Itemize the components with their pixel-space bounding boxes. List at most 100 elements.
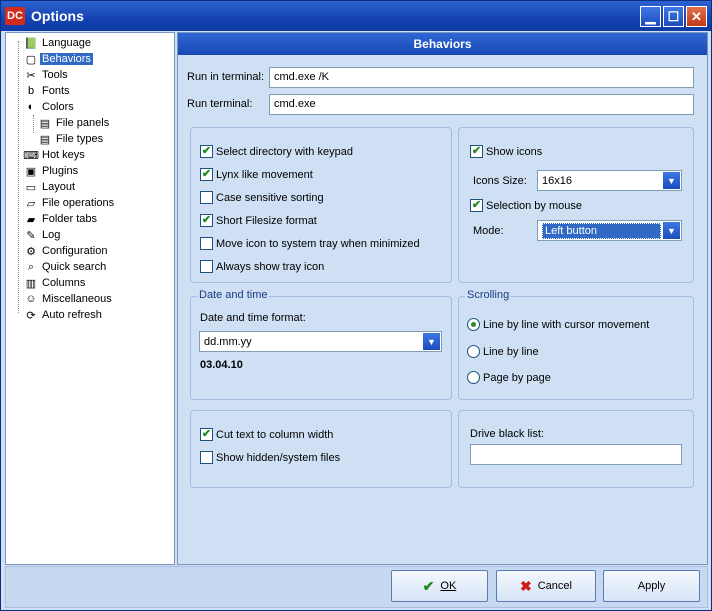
checkbox-label: Select directory with keypad xyxy=(216,145,353,158)
checkbox-check-icon: ✔ xyxy=(200,145,213,158)
tree-item[interactable]: ⟳ Auto refresh xyxy=(6,307,174,323)
tree-item-label: Hot keys xyxy=(42,149,85,161)
checkbox-label: Move icon to system tray when minimized xyxy=(216,237,420,250)
apply-button[interactable]: Apply xyxy=(603,570,700,602)
tree-item-label: Fonts xyxy=(42,85,70,97)
scrolling-radio[interactable]: Line by line xyxy=(467,345,539,358)
checkbox-check-icon: ✔ xyxy=(470,199,483,212)
radio-icon xyxy=(467,371,480,384)
tree-item-label: Configuration xyxy=(42,245,108,257)
scrolling-radio[interactable]: Line by line with cursor movement xyxy=(467,318,649,331)
radio-label: Page by page xyxy=(483,371,551,384)
chevron-down-icon[interactable]: ▼ xyxy=(663,222,680,239)
tree-item-icon: 📗 xyxy=(24,37,38,50)
tree-item[interactable]: ⌕ Quick search xyxy=(6,259,174,275)
tree-item[interactable]: b Fonts xyxy=(6,83,174,99)
close-icon: ✕ xyxy=(691,8,702,24)
mode-label: Mode: xyxy=(473,225,504,237)
close-button[interactable]: ✕ xyxy=(686,6,707,27)
maximize-icon: ☐ xyxy=(667,8,680,24)
scrolling-group-title: Scrolling xyxy=(465,289,512,301)
tree-item-icon: ⌨ xyxy=(23,149,39,162)
tree-item-label: Colors xyxy=(42,101,74,113)
options-window: DC Options ▁ ☐ ✕ 📗 Language ▢ Behaviors ✂ Too… xyxy=(0,0,712,611)
radio-icon xyxy=(467,318,480,331)
cancel-button[interactable]: ✖ Cancel xyxy=(496,570,596,602)
tree-item[interactable]: ☺ Miscellaneous xyxy=(6,291,174,307)
show-icons-checkbox[interactable]: ✔ Show icons xyxy=(470,145,542,158)
selection-by-mouse-checkbox[interactable]: ✔ Selection by mouse xyxy=(470,199,582,212)
tree-item[interactable]: ✎ Log xyxy=(6,227,174,243)
radio-icon xyxy=(467,345,480,358)
chevron-down-icon[interactable]: ▼ xyxy=(663,172,680,189)
option-checkbox[interactable]: ✔ Select directory with keypad xyxy=(200,145,353,158)
tree-item[interactable]: ▣ Plugins xyxy=(6,163,174,179)
checkbox-label: Lynx like movement xyxy=(216,168,313,181)
tree-item[interactable]: ▱ File operations xyxy=(6,195,174,211)
icons-size-label: Icons Size: xyxy=(473,175,527,187)
checkbox-label: Always show tray icon xyxy=(216,260,325,273)
checkbox-check-icon: ✔ xyxy=(200,428,213,441)
tree-item-label: File operations xyxy=(42,197,115,209)
mode-combo[interactable]: Left button ▼ xyxy=(537,220,682,241)
chevron-down-icon[interactable]: ▼ xyxy=(423,333,440,350)
option-checkbox[interactable]: Show hidden/system files xyxy=(200,451,340,464)
tree-item[interactable]: ⌨ Hot keys xyxy=(6,147,174,163)
tree-item-icon: ▤ xyxy=(39,133,51,146)
option-checkbox[interactable]: ✔ Lynx like movement xyxy=(200,168,313,181)
tree-item-icon: ▰ xyxy=(26,213,36,226)
tree-item-icon: ▣ xyxy=(25,165,37,178)
checkbox-empty-icon xyxy=(200,451,213,464)
tree-item[interactable]: ⚙ Configuration xyxy=(6,243,174,259)
tree-item-label: Language xyxy=(42,37,91,49)
minimize-icon: ▁ xyxy=(645,8,656,24)
checkbox-label: Case sensitive sorting xyxy=(216,191,324,204)
option-checkbox[interactable]: ✔ Short Filesize format xyxy=(200,214,317,227)
tree-item-icon: ▢ xyxy=(25,53,37,66)
tree-item-label: Miscellaneous xyxy=(42,293,112,305)
maximize-button[interactable]: ☐ xyxy=(663,6,684,27)
run-in-terminal-input[interactable]: cmd.exe /K xyxy=(269,67,694,88)
tree-item-label: Columns xyxy=(42,277,86,289)
date-preview: 03.04.10 xyxy=(200,359,243,371)
tree-item[interactable]: ✂ Tools xyxy=(6,67,174,83)
drive-black-list-input[interactable] xyxy=(470,444,682,465)
checkbox-empty-icon xyxy=(200,191,213,204)
ok-button[interactable]: ✔ OK xyxy=(391,570,488,602)
tree-item-icon: ▥ xyxy=(25,277,37,290)
tree-item-label: Log xyxy=(42,229,61,241)
tree-item-label: Tools xyxy=(42,69,68,81)
tree-item-label: File types xyxy=(56,133,104,145)
options-tree[interactable]: 📗 Language ▢ Behaviors ✂ Tools b Fonts ◐ Colors ▤ F… xyxy=(5,32,175,565)
run-in-terminal-label: Run in terminal: xyxy=(187,71,265,83)
run-terminal-label: Run terminal: xyxy=(187,98,253,110)
display-group xyxy=(190,410,452,488)
cancel-x-icon: ✖ xyxy=(520,577,532,594)
tree-item[interactable]: ▢ Behaviors xyxy=(6,51,174,67)
checkbox-label: Short Filesize format xyxy=(216,214,317,227)
tree-item-icon: ◐ xyxy=(27,101,35,113)
checkbox-empty-icon xyxy=(200,237,213,250)
run-terminal-input[interactable]: cmd.exe xyxy=(269,94,694,115)
option-checkbox[interactable]: Case sensitive sorting xyxy=(200,191,324,204)
tree-item-label: Auto refresh xyxy=(42,309,102,321)
icons-size-combo[interactable]: 16x16 ▼ xyxy=(537,170,682,191)
title-bar[interactable]: DC Options ▁ ☐ ✕ xyxy=(1,1,711,31)
date-format-combo[interactable]: dd.mm.yy ▼ xyxy=(199,331,442,352)
option-checkbox[interactable]: Always show tray icon xyxy=(200,260,324,273)
tree-item[interactable]: ◐ Colors xyxy=(6,99,174,115)
option-checkbox[interactable]: ✔ Cut text to column width xyxy=(200,428,333,441)
tree-item[interactable]: ▭ Layout xyxy=(6,179,174,195)
option-checkbox[interactable]: Move icon to system tray when minimized xyxy=(200,237,420,250)
tree-item[interactable]: ▥ Columns xyxy=(6,275,174,291)
tree-item[interactable]: ▰ Folder tabs xyxy=(6,211,174,227)
tree-item[interactable]: ▤ File types xyxy=(6,131,174,147)
checkbox-label: Show hidden/system files xyxy=(216,451,341,464)
tree-item[interactable]: 📗 Language xyxy=(6,35,174,51)
tree-item[interactable]: ▤ File panels xyxy=(6,115,174,131)
tree-item-icon: ▭ xyxy=(25,181,37,194)
scrolling-radio[interactable]: Page by page xyxy=(467,371,551,384)
minimize-button[interactable]: ▁ xyxy=(640,6,661,27)
check-icon: ✔ xyxy=(422,577,435,594)
checkbox-check-icon: ✔ xyxy=(470,145,483,158)
